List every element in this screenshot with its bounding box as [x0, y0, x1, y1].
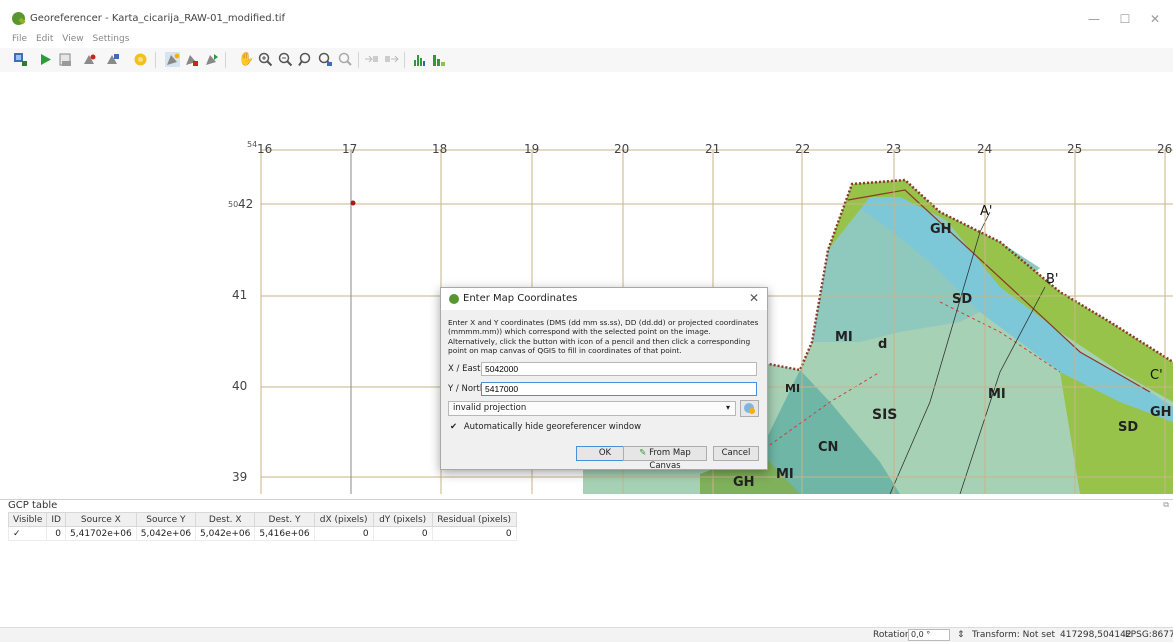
maximize-button[interactable]: ☐ — [1113, 8, 1137, 30]
qgis-logo-icon — [449, 294, 459, 304]
grid-col-label: 16 — [257, 142, 273, 156]
minimize-button[interactable]: — — [1082, 8, 1106, 30]
grid-col-prefix: 54 — [247, 140, 258, 149]
rotation-input[interactable]: 0,0 ° — [908, 629, 950, 641]
menu-edit[interactable]: Edit — [36, 34, 53, 44]
grid-col-label: 24 — [977, 142, 993, 156]
gcp-table: Visible ID Source X Source Y Dest. X Des… — [7, 512, 517, 541]
cell-source-y[interactable]: 5,042e+06 — [135, 526, 197, 541]
col-source-y[interactable]: Source Y — [135, 512, 197, 527]
globe-settings-icon — [744, 403, 755, 414]
checkmark-icon: ✔ — [450, 422, 458, 432]
window-title: Georeferencer - Karta_cicarija_RAW-01_mo… — [30, 13, 286, 24]
dialog-title: Enter Map Coordinates — [463, 293, 578, 304]
gcp-table-title: GCP table — [0, 499, 1173, 513]
dialog-close-button[interactable]: ✕ — [749, 291, 759, 305]
crs-select-value: invalid projection — [453, 403, 527, 413]
cell-source-x[interactable]: 5,41702e+06 — [65, 526, 137, 541]
section-label: B' — [1046, 272, 1059, 287]
grid-col-label: 25 — [1067, 142, 1083, 156]
panel-float-icon[interactable]: ⧉ — [1163, 500, 1169, 510]
visible-checkbox[interactable]: ✓ — [7, 526, 48, 541]
col-dx[interactable]: dX (pixels) — [313, 512, 374, 527]
coordinate-readout: 417298,504142 — [1060, 630, 1132, 640]
cell-dest-y[interactable]: 5,416e+06 — [254, 526, 315, 541]
map-unit-label: SD — [952, 292, 973, 307]
map-unit-label: d — [878, 337, 888, 352]
grid-row-label: 42 — [238, 197, 254, 211]
cell-residual: 0 — [431, 526, 517, 541]
map-unit-label: MI — [785, 382, 801, 395]
qgis-logo-icon — [12, 12, 25, 25]
pencil-icon: ✎ — [639, 448, 647, 458]
menu-settings[interactable]: Settings — [92, 34, 129, 44]
gcp-point-marker[interactable] — [350, 200, 356, 206]
title-bar: Georeferencer - Karta_cicarija_RAW-01_mo… — [0, 0, 1173, 38]
col-dest-x[interactable]: Dest. X — [195, 512, 256, 527]
rotation-spin-icon[interactable]: ⇕ — [957, 630, 965, 640]
col-dest-y[interactable]: Dest. Y — [254, 512, 315, 527]
table-row[interactable]: ✓ 0 5,41702e+06 5,042e+06 5,042e+06 5,41… — [7, 526, 517, 541]
grid-col-label: 26 — [1157, 142, 1173, 156]
map-unit-label: CN — [818, 440, 839, 455]
enter-map-coordinates-dialog: Enter Map Coordinates ✕ Enter X and Y co… — [440, 287, 768, 471]
col-visible[interactable]: Visible — [7, 512, 48, 527]
x-east-input[interactable] — [481, 362, 757, 376]
grid-col-label: 17 — [342, 142, 358, 156]
cell-id: 0 — [46, 526, 66, 541]
grid-col-label: 21 — [705, 142, 721, 156]
status-bar: Rotation 0,0 ° ⇕ Transform: Not set 4172… — [0, 627, 1173, 642]
grid-row-label: 39 — [232, 470, 248, 484]
auto-hide-checkbox[interactable]: ✔ Automatically hide georeferencer windo… — [450, 422, 641, 432]
grid-col-label: 22 — [795, 142, 811, 156]
crs-select[interactable]: invalid projection ▾ — [448, 401, 736, 416]
rotation-label: Rotation — [873, 630, 911, 640]
close-button[interactable]: ✕ — [1143, 8, 1167, 30]
grid-col-label: 19 — [524, 142, 540, 156]
x-east-label: X / East — [448, 364, 481, 374]
dialog-description: Enter X and Y coordinates (DMS (dd mm ss… — [448, 318, 759, 355]
col-dy[interactable]: dY (pixels) — [372, 512, 433, 527]
y-north-label: Y / North — [448, 384, 486, 394]
menu-file[interactable]: File — [12, 34, 27, 44]
map-unit-label: MI — [776, 467, 794, 482]
grid-col-label: 20 — [614, 142, 630, 156]
crs-button[interactable]: EPSG:8677 — [1125, 630, 1173, 640]
y-north-input[interactable] — [481, 382, 757, 396]
select-crs-button[interactable] — [740, 400, 759, 417]
map-unit-label: MI — [835, 330, 853, 345]
grid-row-label: 41 — [232, 288, 248, 302]
grid-col-label: 18 — [432, 142, 448, 156]
cell-dy: 0 — [372, 526, 433, 541]
map-unit-label: SIS — [872, 407, 898, 423]
cancel-button[interactable]: Cancel — [713, 446, 759, 461]
menu-view[interactable]: View — [62, 34, 83, 44]
map-unit-label: GH — [1150, 405, 1172, 420]
col-id[interactable]: ID — [46, 512, 66, 527]
gcp-table-header: Visible ID Source X Source Y Dest. X Des… — [7, 512, 517, 527]
transform-status: Transform: Not set — [972, 630, 1056, 640]
auto-hide-label: Automatically hide georeferencer window — [463, 422, 642, 432]
col-source-x[interactable]: Source X — [65, 512, 137, 527]
local-histogram-stretch-icon[interactable] — [432, 52, 447, 67]
menu-bar: File Edit View Settings — [0, 34, 129, 48]
section-label: A' — [980, 204, 993, 219]
grid-row-label: 40 — [232, 379, 248, 393]
chevron-down-icon: ▾ — [725, 403, 730, 412]
map-unit-label: GH — [930, 222, 952, 237]
dialog-title-bar: Enter Map Coordinates ✕ — [441, 288, 767, 310]
from-map-canvas-button[interactable]: ✎ From Map Canvas — [623, 446, 707, 471]
cell-dest-x[interactable]: 5,042e+06 — [195, 526, 256, 541]
map-unit-label: GH — [733, 475, 755, 490]
col-residual[interactable]: Residual (pixels) — [431, 512, 517, 527]
grid-col-label: 23 — [886, 142, 902, 156]
section-label: C' — [1150, 368, 1163, 383]
cell-dx: 0 — [313, 526, 374, 541]
map-unit-label: SD — [1118, 420, 1139, 435]
grid-row-prefix: 50 — [228, 200, 239, 209]
map-unit-label: MI — [988, 387, 1006, 402]
from-map-canvas-label: From Map Canvas — [649, 448, 691, 471]
